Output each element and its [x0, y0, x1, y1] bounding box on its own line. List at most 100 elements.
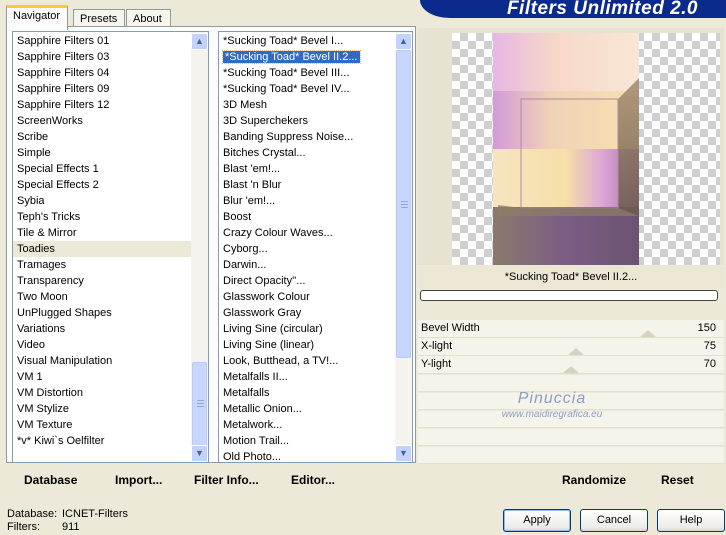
scroll-up-icon[interactable]: ▲ [191, 33, 208, 50]
list-item[interactable]: Video [13, 337, 208, 353]
database-button[interactable]: Database [24, 473, 77, 487]
list-item[interactable]: Blur 'em!... [219, 193, 412, 209]
list-item-label: *v* Kiwi`s Oelfilter [17, 435, 105, 447]
category-scrollbar[interactable]: ▲ ▼ [191, 32, 208, 462]
list-item[interactable]: 3D Superchekers [219, 113, 412, 129]
list-item[interactable]: Sapphire Filters 01 [13, 33, 208, 49]
list-item[interactable]: Toadies [13, 241, 208, 257]
list-item[interactable]: *Sucking Toad* Bevel I... [219, 33, 412, 49]
scroll-thumb[interactable] [192, 362, 207, 446]
list-item[interactable]: Old Photo... [219, 449, 412, 462]
list-item[interactable]: Tramages [13, 257, 208, 273]
scroll-down-icon[interactable]: ▼ [191, 445, 208, 462]
list-item[interactable]: VM Stylize [13, 401, 208, 417]
list-item-label: Metalfalls [223, 387, 270, 399]
list-item[interactable]: *Sucking Toad* Bevel IV... [219, 81, 412, 97]
filter-list[interactable]: *Sucking Toad* Bevel I... *Sucking Toad* … [218, 31, 413, 463]
list-item[interactable]: Direct Opacity''... [219, 273, 412, 289]
list-item[interactable]: Sapphire Filters 09 [13, 81, 208, 97]
list-item[interactable]: Scribe [13, 129, 208, 145]
list-item[interactable]: Living Sine (linear) [219, 337, 412, 353]
list-item[interactable]: Bitches Crystal... [219, 145, 412, 161]
list-item[interactable]: Two Moon [13, 289, 208, 305]
list-item[interactable]: Blast 'n Blur [219, 177, 412, 193]
scroll-down-icon[interactable]: ▼ [395, 445, 412, 462]
randomize-button[interactable]: Randomize [562, 473, 626, 487]
list-item[interactable]: Special Effects 1 [13, 161, 208, 177]
list-item[interactable]: Tile & Mirror [13, 225, 208, 241]
list-item-label: *Sucking Toad* Bevel I... [223, 35, 344, 47]
slider-marker-icon[interactable] [562, 366, 579, 373]
apply-button[interactable]: Apply [503, 509, 571, 532]
reset-button[interactable]: Reset [661, 473, 694, 487]
watermark-url: www.maidiregrafica.eu [501, 409, 603, 420]
list-item[interactable]: Simple [13, 145, 208, 161]
list-item[interactable]: Teph's Tricks [13, 209, 208, 225]
list-item-label: Glasswork Gray [223, 307, 302, 319]
list-item[interactable]: UnPlugged Shapes [13, 305, 208, 321]
list-item-label: Cyborg... [223, 243, 268, 255]
list-item[interactable]: Glasswork Colour [219, 289, 412, 305]
list-item[interactable]: VM Distortion [13, 385, 208, 401]
scroll-up-icon[interactable]: ▲ [395, 33, 412, 50]
help-button[interactable]: Help [657, 509, 725, 532]
list-item[interactable]: VM Texture [13, 417, 208, 433]
list-item[interactable]: Metallic Onion... [219, 401, 412, 417]
app-banner: Filters Unlimited 2.0 [420, 0, 726, 18]
list-item[interactable]: Transparency [13, 273, 208, 289]
list-item-label: Sapphire Filters 09 [17, 83, 110, 95]
category-list[interactable]: Sapphire Filters 01 Sapphire Filters 03 Sa… [12, 31, 209, 463]
parameter-name: X-light [421, 340, 453, 352]
list-item[interactable]: Glasswork Gray [219, 305, 412, 321]
slider-marker-icon[interactable] [639, 330, 656, 337]
list-item[interactable]: VM 1 [13, 369, 208, 385]
list-item[interactable]: Darwin... [219, 257, 412, 273]
list-item[interactable]: Sapphire Filters 03 [13, 49, 208, 65]
list-item[interactable]: Metalfalls [219, 385, 412, 401]
import-button[interactable]: Import... [115, 473, 162, 487]
preview-image [493, 33, 639, 265]
list-item[interactable]: ScreenWorks [13, 113, 208, 129]
list-item[interactable]: Banding Suppress Noise... [219, 129, 412, 145]
list-item[interactable]: Blast 'em!... [219, 161, 412, 177]
list-item[interactable]: Sybia [13, 193, 208, 209]
parameter-row[interactable]: Y-light 70 [418, 356, 724, 374]
list-item[interactable]: Sapphire Filters 04 [13, 65, 208, 81]
filter-info-button[interactable]: Filter Info... [194, 473, 259, 487]
list-item[interactable]: Cyborg... [219, 241, 412, 257]
list-item[interactable]: *Sucking Toad* Bevel III... [219, 65, 412, 81]
list-item-label: Blur 'em!... [223, 195, 276, 207]
parameter-row[interactable]: Bevel Width 150 [418, 320, 724, 338]
empty-parameter-row [418, 429, 724, 446]
list-item-label: Tile & Mirror [17, 227, 77, 239]
list-item[interactable]: Visual Manipulation [13, 353, 208, 369]
list-item[interactable]: Living Sine (circular) [219, 321, 412, 337]
list-item[interactable]: Motion Trail... [219, 433, 412, 449]
watermark-name: Pinuccia [517, 390, 587, 407]
list-item-label: Metalwork... [223, 419, 283, 431]
list-item[interactable]: Sapphire Filters 12 [13, 97, 208, 113]
cancel-button[interactable]: Cancel [580, 509, 648, 532]
list-item-label: Metalfalls II... [223, 371, 288, 383]
database-label: Database: [7, 508, 58, 520]
list-item[interactable]: 3D Mesh [219, 97, 412, 113]
list-item-label: Direct Opacity''... [223, 275, 306, 287]
list-item[interactable]: Metalfalls II... [219, 369, 412, 385]
tab-navigator[interactable]: Navigator [6, 5, 68, 30]
scroll-thumb[interactable] [396, 50, 411, 358]
list-item[interactable]: Crazy Colour Waves... [219, 225, 412, 241]
list-item[interactable]: *v* Kiwi`s Oelfilter [13, 433, 208, 449]
parameter-row[interactable]: X-light 75 [418, 338, 724, 356]
list-item-label: *Sucking Toad* Bevel IV... [223, 83, 350, 95]
list-item[interactable]: Metalwork... [219, 417, 412, 433]
list-item[interactable]: Special Effects 2 [13, 177, 208, 193]
filter-scrollbar[interactable]: ▲ ▼ [395, 32, 412, 462]
slider-marker-icon[interactable] [567, 348, 584, 355]
list-item-label: Visual Manipulation [17, 355, 113, 367]
editor-button[interactable]: Editor... [291, 473, 335, 487]
list-item[interactable]: Look, Butthead, a TV!... [219, 353, 412, 369]
preview-panel [418, 28, 724, 265]
list-item[interactable]: Variations [13, 321, 208, 337]
list-item[interactable]: *Sucking Toad* Bevel II.2... [219, 49, 412, 65]
list-item[interactable]: Boost [219, 209, 412, 225]
